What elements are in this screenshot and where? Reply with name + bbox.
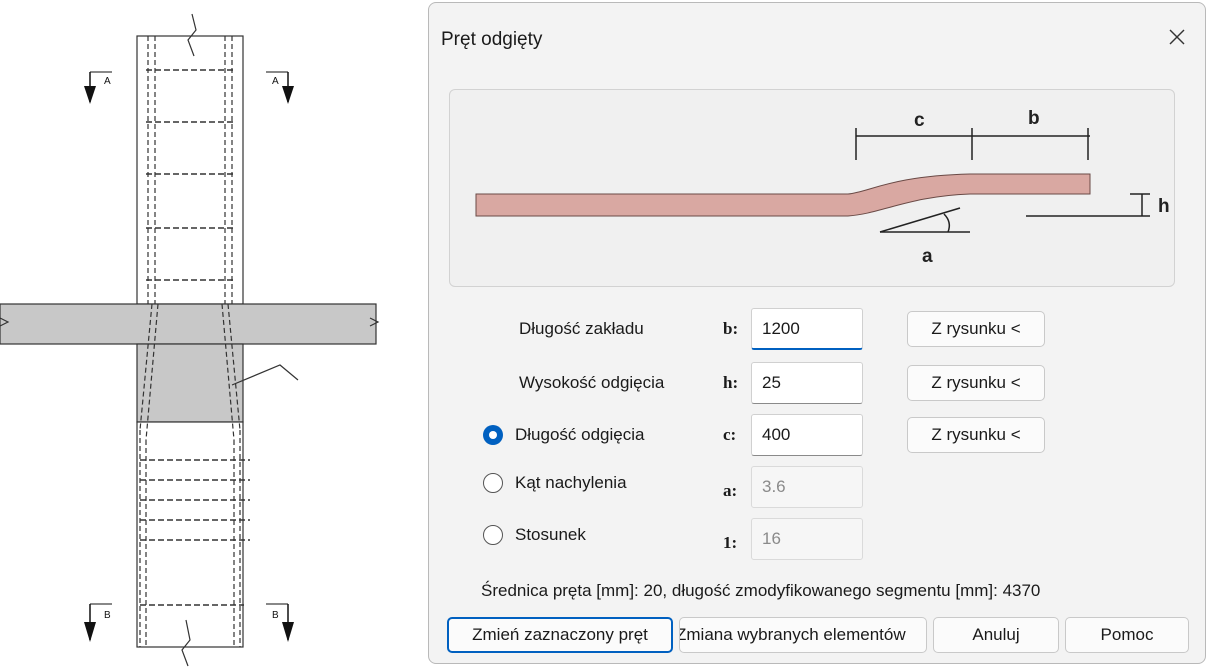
bent-bar-dialog: Pręt odgięty c b h a Długość zakładu b: … xyxy=(428,2,1206,664)
lap-length-symbol: b: xyxy=(723,319,739,338)
bent-bar-preview: c b h a xyxy=(449,89,1175,287)
close-button[interactable] xyxy=(1159,19,1195,55)
bend-height-label: Wysokość odgięcia xyxy=(519,373,665,392)
lap-length-label: Długość zakładu xyxy=(519,319,644,338)
ratio-input xyxy=(751,518,863,560)
info-text: Średnica pręta [mm]: 20, długość zmodyfi… xyxy=(481,581,1041,600)
dim-label-b: b xyxy=(1028,108,1040,129)
section-mark-a-left: A xyxy=(104,76,111,87)
help-button[interactable]: Pomoc xyxy=(1065,617,1189,653)
bend-length-symbol: c: xyxy=(723,425,737,444)
dim-label-h: h xyxy=(1158,196,1170,217)
change-selected-elements-label: Zmiana wybranych elementów xyxy=(679,625,906,644)
slope-angle-label: Kąt nachylenia xyxy=(515,473,627,492)
close-icon xyxy=(1169,29,1185,45)
slope-angle-input xyxy=(751,466,863,508)
change-selected-elements-button[interactable]: Zmiana wybranych elementów xyxy=(679,617,927,653)
change-selected-bar-button[interactable]: Zmień zaznaczony pręt xyxy=(447,617,673,653)
dim-label-c: c xyxy=(914,110,925,131)
dialog-title: Pręt odgięty xyxy=(441,29,543,50)
bend-height-input[interactable] xyxy=(751,362,863,404)
bar-shape xyxy=(475,173,1091,217)
from-drawing-button-h[interactable]: Z rysunku < xyxy=(907,365,1045,401)
radio-bend-length[interactable] xyxy=(483,425,503,445)
from-drawing-button-b[interactable]: Z rysunku < xyxy=(907,311,1045,347)
bend-length-input[interactable] xyxy=(751,414,863,456)
section-mark-b-left: B xyxy=(104,610,111,621)
from-drawing-button-c[interactable]: Z rysunku < xyxy=(907,417,1045,453)
radio-ratio[interactable] xyxy=(483,525,503,545)
bend-length-label: Długość odgięcia xyxy=(515,425,645,444)
bend-height-symbol: h: xyxy=(723,373,739,392)
section-mark-a-right: A xyxy=(272,76,279,87)
ratio-label: Stosunek xyxy=(515,525,586,544)
dim-label-a: a xyxy=(922,246,933,267)
ratio-symbol: 1: xyxy=(723,533,738,552)
title-bar: Pręt odgięty xyxy=(429,3,1205,73)
cancel-button[interactable]: Anuluj xyxy=(933,617,1059,653)
section-mark-b-right: B xyxy=(272,610,279,621)
radio-slope-angle[interactable] xyxy=(483,473,503,493)
slope-angle-symbol: a: xyxy=(723,481,738,500)
lap-length-input[interactable] xyxy=(751,308,863,350)
cad-drawing: A A B B xyxy=(0,13,380,667)
